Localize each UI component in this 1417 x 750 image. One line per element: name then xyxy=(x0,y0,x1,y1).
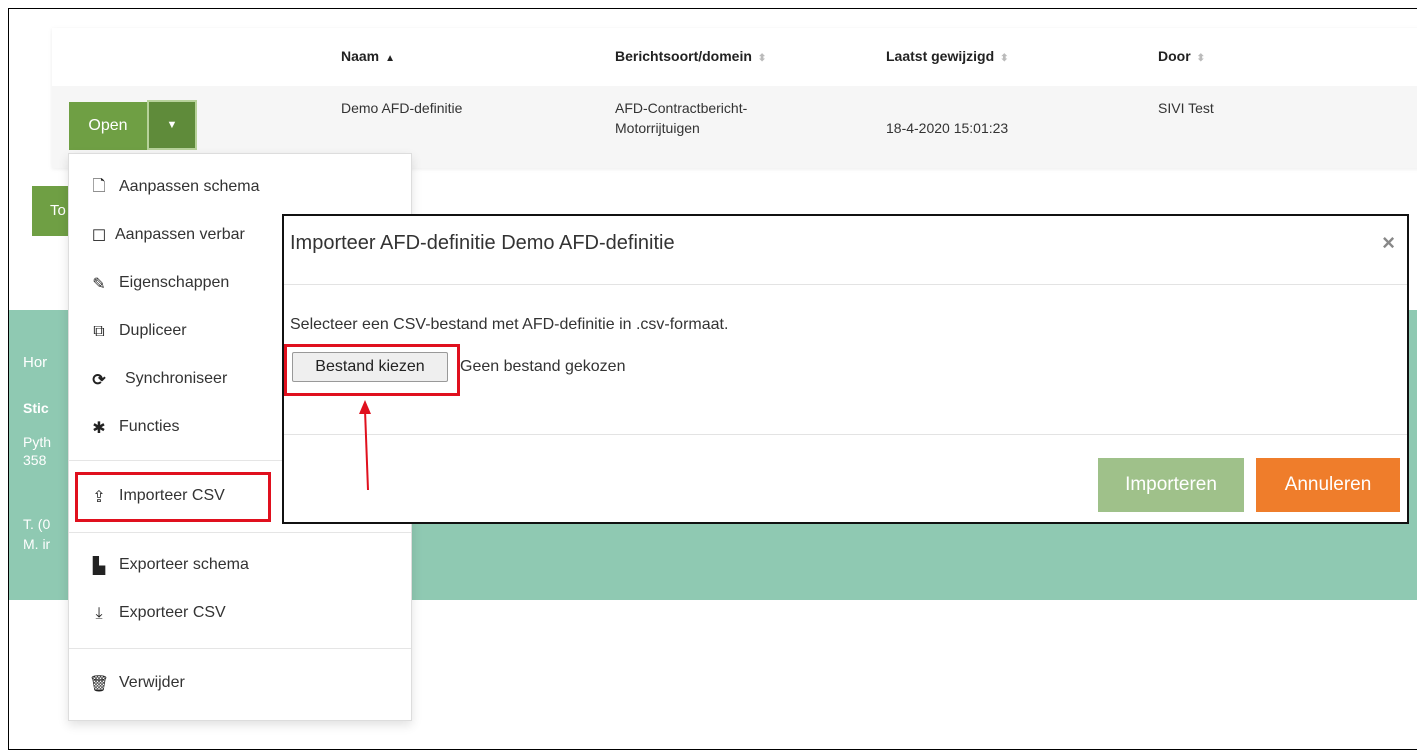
menu-divider xyxy=(69,648,411,649)
column-header-door[interactable]: Door ⬍ xyxy=(1158,48,1205,64)
footer-text: Hor xyxy=(23,354,48,371)
cell-gewijzigd: 18-4-2020 15:01:23 xyxy=(886,120,1009,136)
chevron-down-icon[interactable]: ▼ xyxy=(147,100,197,150)
annotation-arrow-icon xyxy=(359,400,371,491)
sort-icon: ⬍ xyxy=(757,53,767,64)
column-header-gewijzigd[interactable]: Laatst gewijzigd ⬍ xyxy=(886,48,1009,64)
sync-icon: ⟳ xyxy=(92,372,106,389)
close-icon[interactable]: × xyxy=(1382,230,1395,256)
copy-icon: ⧉ xyxy=(93,323,105,340)
import-button[interactable]: Importeren xyxy=(1098,458,1244,512)
modal-divider xyxy=(284,284,1407,285)
sort-asc-icon: ▲ xyxy=(385,53,396,64)
column-header-naam[interactable]: Naam ▲ xyxy=(341,48,395,64)
square-icon: ☐ xyxy=(91,228,107,245)
menu-divider xyxy=(69,532,411,533)
footer-text: Pyth xyxy=(23,434,52,450)
footer-text: T. (0 xyxy=(23,516,51,532)
definitions-table: Naam ▲ Berichtsoort/domein ⬍ Laatst gewijz… xyxy=(52,28,1417,168)
file-status-text: Geen bestand gekozen xyxy=(460,358,626,375)
table-header: Naam ▲ Berichtsoort/domein ⬍ Laatst gewijz… xyxy=(52,28,1417,86)
column-header-domein[interactable]: Berichtsoort/domein ⬍ xyxy=(615,48,766,64)
file-zip-icon: ▙ xyxy=(92,558,106,575)
menu-item-aanpassen-schema[interactable]: 🗋 Aanpassen schema xyxy=(69,168,411,208)
modal-description: Selecteer een CSV-bestand met AFD-defini… xyxy=(290,316,729,333)
cell-door: SIVI Test xyxy=(1158,100,1214,116)
menu-item-verwijder[interactable]: 🗑 Verwijder xyxy=(69,664,411,704)
sort-icon: ⬍ xyxy=(1000,53,1009,64)
menu-item-exporteer-csv[interactable]: ⤓ Exporteer CSV xyxy=(69,594,411,634)
cancel-button[interactable]: Annuleren xyxy=(1256,458,1400,512)
menu-item-exporteer-schema[interactable]: ▙ Exporteer schema xyxy=(69,546,411,586)
sort-icon: ⬍ xyxy=(1196,53,1206,64)
trash-icon: 🗑 xyxy=(88,676,110,693)
gear-icon: ✱ xyxy=(92,420,106,437)
download-icon: ⤓ xyxy=(95,605,103,622)
footer-text: 358 xyxy=(23,452,47,468)
import-modal: Importeer AFD-definitie Demo AFD-definit… xyxy=(282,214,1409,524)
footer-text: Stic xyxy=(23,400,49,416)
cell-domein: AFD-Contractbericht- Motorrijtuigen xyxy=(615,100,748,136)
highlight-box-importeer-csv xyxy=(75,472,271,522)
file-icon: 🗋 xyxy=(92,177,106,195)
footer-text: M. ir xyxy=(23,536,51,552)
open-button[interactable]: Open xyxy=(69,102,147,150)
modal-divider xyxy=(284,434,1407,435)
partial-green-button[interactable]: To xyxy=(32,186,72,236)
modal-title: Importeer AFD-definitie Demo AFD-definit… xyxy=(290,232,675,254)
edit-icon: ✎ xyxy=(92,276,106,293)
highlight-box-choose-file xyxy=(284,344,460,396)
cell-naam: Demo AFD-definitie xyxy=(341,100,463,116)
